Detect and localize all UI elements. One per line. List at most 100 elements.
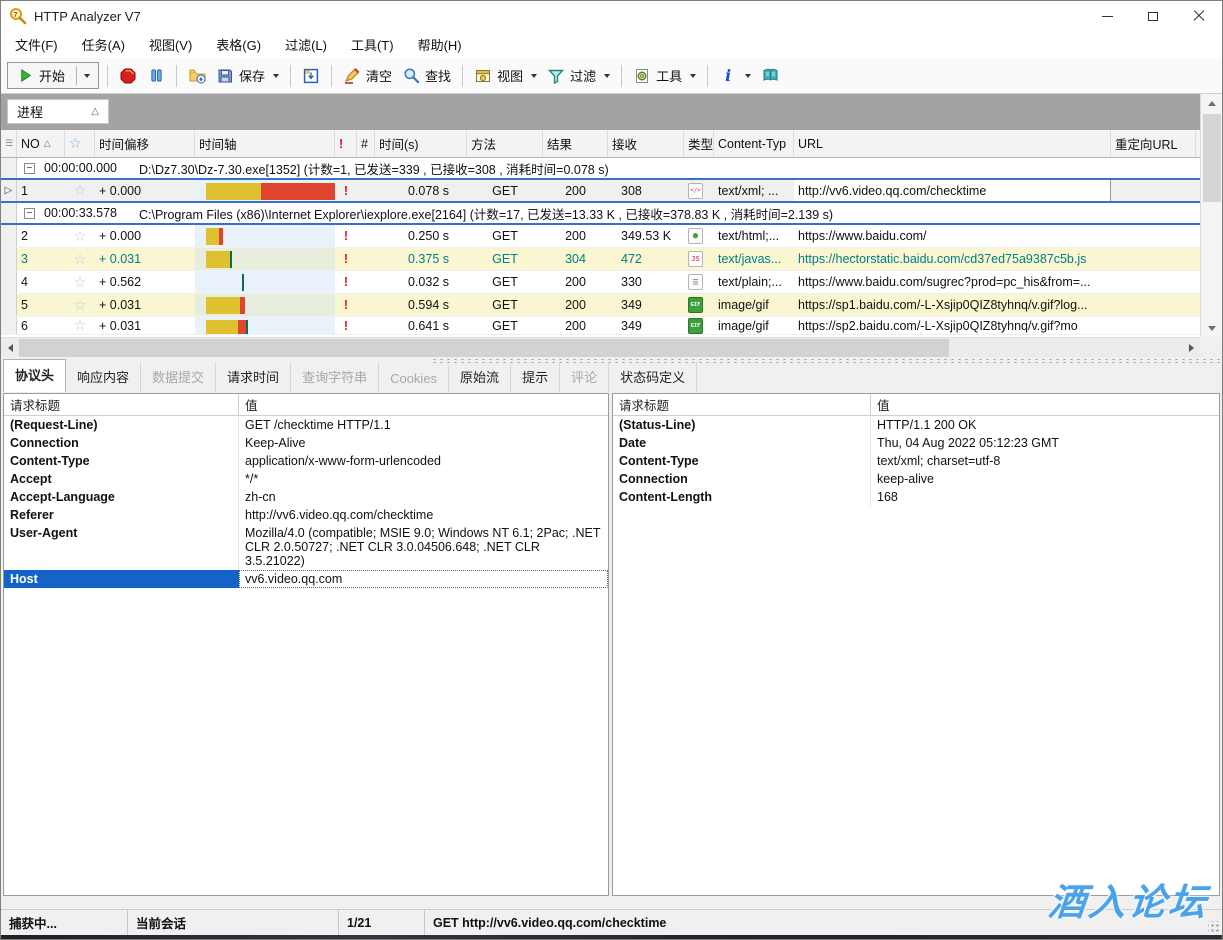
request-header-row[interactable]: (Request-Line)GET /checktime HTTP/1.1 [4,416,608,434]
column-header-star[interactable]: ☆ [65,130,95,157]
response-header-row[interactable]: Connectionkeep-alive [613,470,1219,488]
bookmark-star-icon: ☆ [74,228,87,245]
cell-star[interactable]: ☆ [65,225,95,247]
request-row[interactable]: 6☆+ 0.031!0.641 sGET200349GIFimage/gifht… [1,317,1200,335]
gif-file-icon: GIF [688,297,703,313]
scroll-left-button[interactable] [1,338,19,357]
horizontal-scroll-thumb[interactable] [19,339,949,357]
menu-item-5[interactable]: 工具(T) [339,31,406,58]
clear-button[interactable]: 清空 [338,62,397,89]
menu-item-0[interactable]: 文件(F) [3,31,70,58]
collapse-icon[interactable]: − [24,208,35,219]
request-row[interactable]: ▷1☆+ 0.000!0.078 sGET200308</>text/xml; … [1,180,1200,203]
grid-vertical-scrollbar[interactable] [1200,94,1223,337]
cell-star[interactable]: ☆ [65,248,95,270]
cell-star[interactable]: ☆ [65,317,95,334]
column-label-time: 时间(s) [379,134,419,153]
request-row[interactable]: 2☆+ 0.000!0.250 sGET200349.53 K●text/htm… [1,225,1200,248]
request-header-row[interactable]: User-AgentMozilla/4.0 (compatible; MSIE … [4,524,608,570]
view-button[interactable]: 视图 [469,62,542,89]
response-headers-panel: 请求标题 值 (Status-Line)HTTP/1.1 200 OKDateT… [612,393,1220,896]
scroll-right-button[interactable] [1182,338,1200,357]
resize-grip-icon[interactable] [1208,921,1220,933]
toolbar-separator [176,65,177,87]
response-header-row[interactable]: (Status-Line)HTTP/1.1 200 OK [613,416,1219,434]
request-name-column-header[interactable]: 请求标题 [4,394,239,415]
menu-item-6[interactable]: 帮助(H) [406,31,474,58]
tab-响应内容[interactable]: 响应内容 [66,362,141,392]
pause-button[interactable] [142,63,170,89]
request-value-column-header[interactable]: 值 [239,395,264,414]
grid-horizontal-scrollbar[interactable] [1,337,1200,357]
tab-状态码定义[interactable]: 状态码定义 [609,362,697,392]
request-header-row[interactable]: ConnectionKeep-Alive [4,434,608,452]
cell-star[interactable]: ☆ [65,271,95,293]
column-label-type: 类型 [688,134,713,153]
tab-提示[interactable]: 提示 [511,362,560,392]
menu-item-4[interactable]: 过滤(L) [273,31,339,58]
warning-exclamation-icon: ! [344,184,348,198]
request-row[interactable]: 3☆+ 0.031!0.375 sGET304472JStext/javas..… [1,248,1200,271]
column-header-redirect[interactable]: 重定向URL [1111,130,1196,157]
close-icon [1193,10,1205,22]
stop-button[interactable] [114,63,142,89]
response-header-row[interactable]: Content-Length168 [613,488,1219,506]
menu-item-2[interactable]: 视图(V) [137,31,204,58]
tab-协议头[interactable]: 协议头 [3,359,66,392]
column-header-time[interactable]: 时间(s) [375,130,467,157]
request-header-row[interactable]: Accept*/* [4,470,608,488]
column-header-offset[interactable]: 时间偏移 [95,130,195,157]
request-header-row[interactable]: Hostvv6.video.qq.com [4,570,608,588]
vertical-scroll-thumb[interactable] [1203,114,1221,202]
request-header-row[interactable]: Refererhttp://vv6.video.qq.com/checktime [4,506,608,524]
start-button[interactable]: 开始 [7,62,99,89]
filter-button[interactable]: 过滤 [542,62,615,89]
column-header-ctype[interactable]: Content-Typ [714,130,794,157]
cell-url: https://hectorstatic.baidu.com/cd37ed75a… [794,248,1111,270]
tools-button[interactable]: 工具 [628,62,701,89]
minimize-button[interactable] [1084,1,1130,31]
column-header-no[interactable]: NO△ [17,130,65,157]
column-header-recv[interactable]: 接收 [608,130,684,157]
process-group-row[interactable]: −00:00:00.000D:\Dz7.30\Dz-7.30.exe[1352]… [1,158,1200,180]
column-header-type[interactable]: 类型 [684,130,714,157]
column-header-method[interactable]: 方法 [467,130,543,157]
response-header-name: (Status-Line) [613,416,871,434]
find-button[interactable]: 查找 [397,62,456,89]
request-row[interactable]: 4☆+ 0.562!0.032 sGET200330≡text/plain;..… [1,271,1200,294]
group-tab-process[interactable]: 进程 △ [7,99,109,124]
request-row[interactable]: 5☆+ 0.031!0.594 sGET200349GIFimage/gifht… [1,294,1200,317]
request-header-value: Mozilla/4.0 (compatible; MSIE 9.0; Windo… [239,524,608,570]
export-window-button[interactable] [297,63,325,89]
scroll-down-button[interactable] [1201,319,1223,337]
response-header-row[interactable]: DateThu, 04 Aug 2022 05:12:23 GMT [613,434,1219,452]
response-name-column-header[interactable]: 请求标题 [613,394,871,415]
request-header-row[interactable]: Accept-Languagezh-cn [4,488,608,506]
column-header-result[interactable]: 结果 [543,130,608,157]
request-header-row[interactable]: Content-Typeapplication/x-www-form-urlen… [4,452,608,470]
response-header-row[interactable]: Content-Typetext/xml; charset=utf-8 [613,452,1219,470]
collapse-icon[interactable]: − [24,163,35,174]
column-header-timeline[interactable]: 时间轴 [195,130,335,157]
column-header-hash[interactable]: # [357,130,375,157]
tab-请求时间[interactable]: 请求时间 [216,362,291,392]
cell-recv: 308 [608,180,684,201]
save-button[interactable]: 保存 [211,62,284,89]
cell-star[interactable]: ☆ [65,294,95,316]
scroll-up-button[interactable] [1201,94,1223,112]
tab-原始流[interactable]: 原始流 [449,362,511,392]
response-value-column-header[interactable]: 值 [871,395,896,414]
column-header-excl[interactable]: ! [335,130,357,157]
cell-star[interactable]: ☆ [65,180,95,201]
close-button[interactable] [1176,1,1222,31]
info-button[interactable]: i [714,63,756,89]
open-session-button[interactable] [183,63,211,89]
cell-no: 4 [17,271,65,293]
help-button[interactable] [756,63,784,89]
start-button-dropdown[interactable] [76,66,94,85]
process-group-row[interactable]: −00:00:33.578C:\Program Files (x86)\Inte… [1,203,1200,225]
column-header-url[interactable]: URL [794,130,1111,157]
menu-item-1[interactable]: 任务(A) [70,31,137,58]
menu-item-3[interactable]: 表格(G) [204,31,273,58]
maximize-button[interactable] [1130,1,1176,31]
